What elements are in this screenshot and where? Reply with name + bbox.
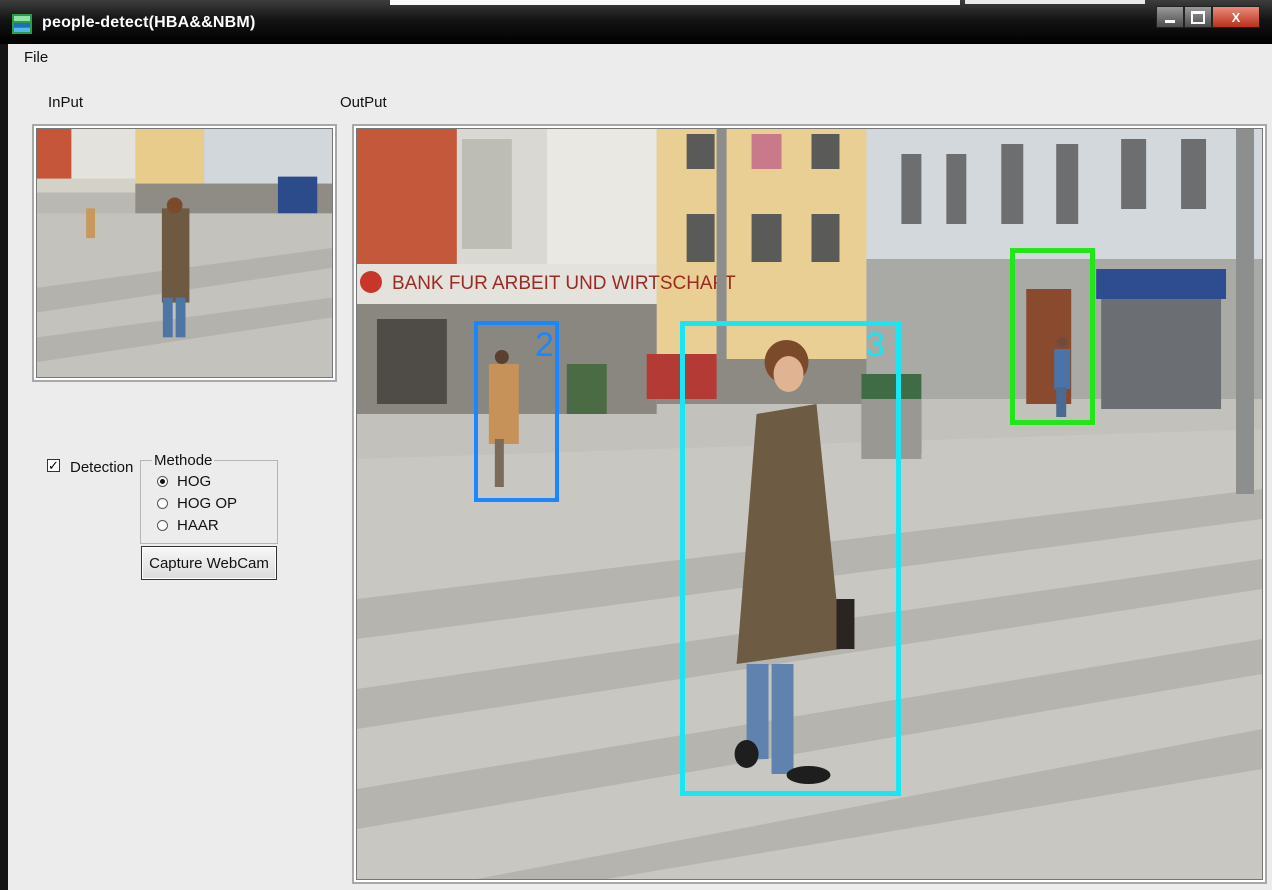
title-bar: people-detect(HBA&&NBM) X	[0, 0, 1272, 44]
output-label: OutPut	[340, 94, 387, 111]
bank-sign: BANK FUR ARBEIT UND WIRTSCHAFT	[392, 273, 736, 294]
input-picture-box	[32, 124, 337, 382]
minimize-button[interactable]	[1156, 6, 1184, 28]
radio-haar-label: HAAR	[177, 517, 219, 534]
window-title: people-detect(HBA&&NBM)	[42, 14, 256, 31]
radio-haar[interactable]	[157, 520, 168, 531]
methode-legend: Methode	[152, 452, 215, 469]
capture-webcam-button[interactable]: Capture WebCam	[141, 546, 277, 580]
app-icon	[12, 14, 32, 34]
minimize-icon	[1165, 19, 1175, 23]
detection-label-2: 2	[535, 326, 554, 364]
detection-checkbox[interactable]: ✓	[47, 459, 60, 472]
detection-box-green	[1010, 248, 1095, 425]
radio-hog[interactable]	[157, 476, 168, 487]
detection-label-3: 3	[866, 326, 885, 364]
title-bar-highlight	[965, 0, 1145, 4]
detection-label: Detection	[70, 459, 134, 476]
close-icon: X	[1231, 9, 1241, 25]
input-scene	[37, 129, 332, 377]
input-label: InPut	[48, 94, 84, 111]
window-frame-left	[0, 44, 8, 890]
menu-file[interactable]: File	[24, 49, 48, 66]
close-button[interactable]: X	[1212, 6, 1260, 28]
menu-bar: File	[24, 49, 48, 66]
radio-hog-op[interactable]	[157, 498, 168, 509]
maximize-icon	[1191, 10, 1205, 24]
window-controls: X	[1156, 6, 1260, 28]
radio-hog-op-label: HOG OP	[177, 495, 238, 512]
title-bar-highlight	[390, 0, 960, 5]
radio-hog-label: HOG	[177, 473, 212, 490]
maximize-button[interactable]	[1184, 6, 1212, 28]
input-image	[36, 128, 333, 378]
detection-box-3	[680, 321, 901, 796]
